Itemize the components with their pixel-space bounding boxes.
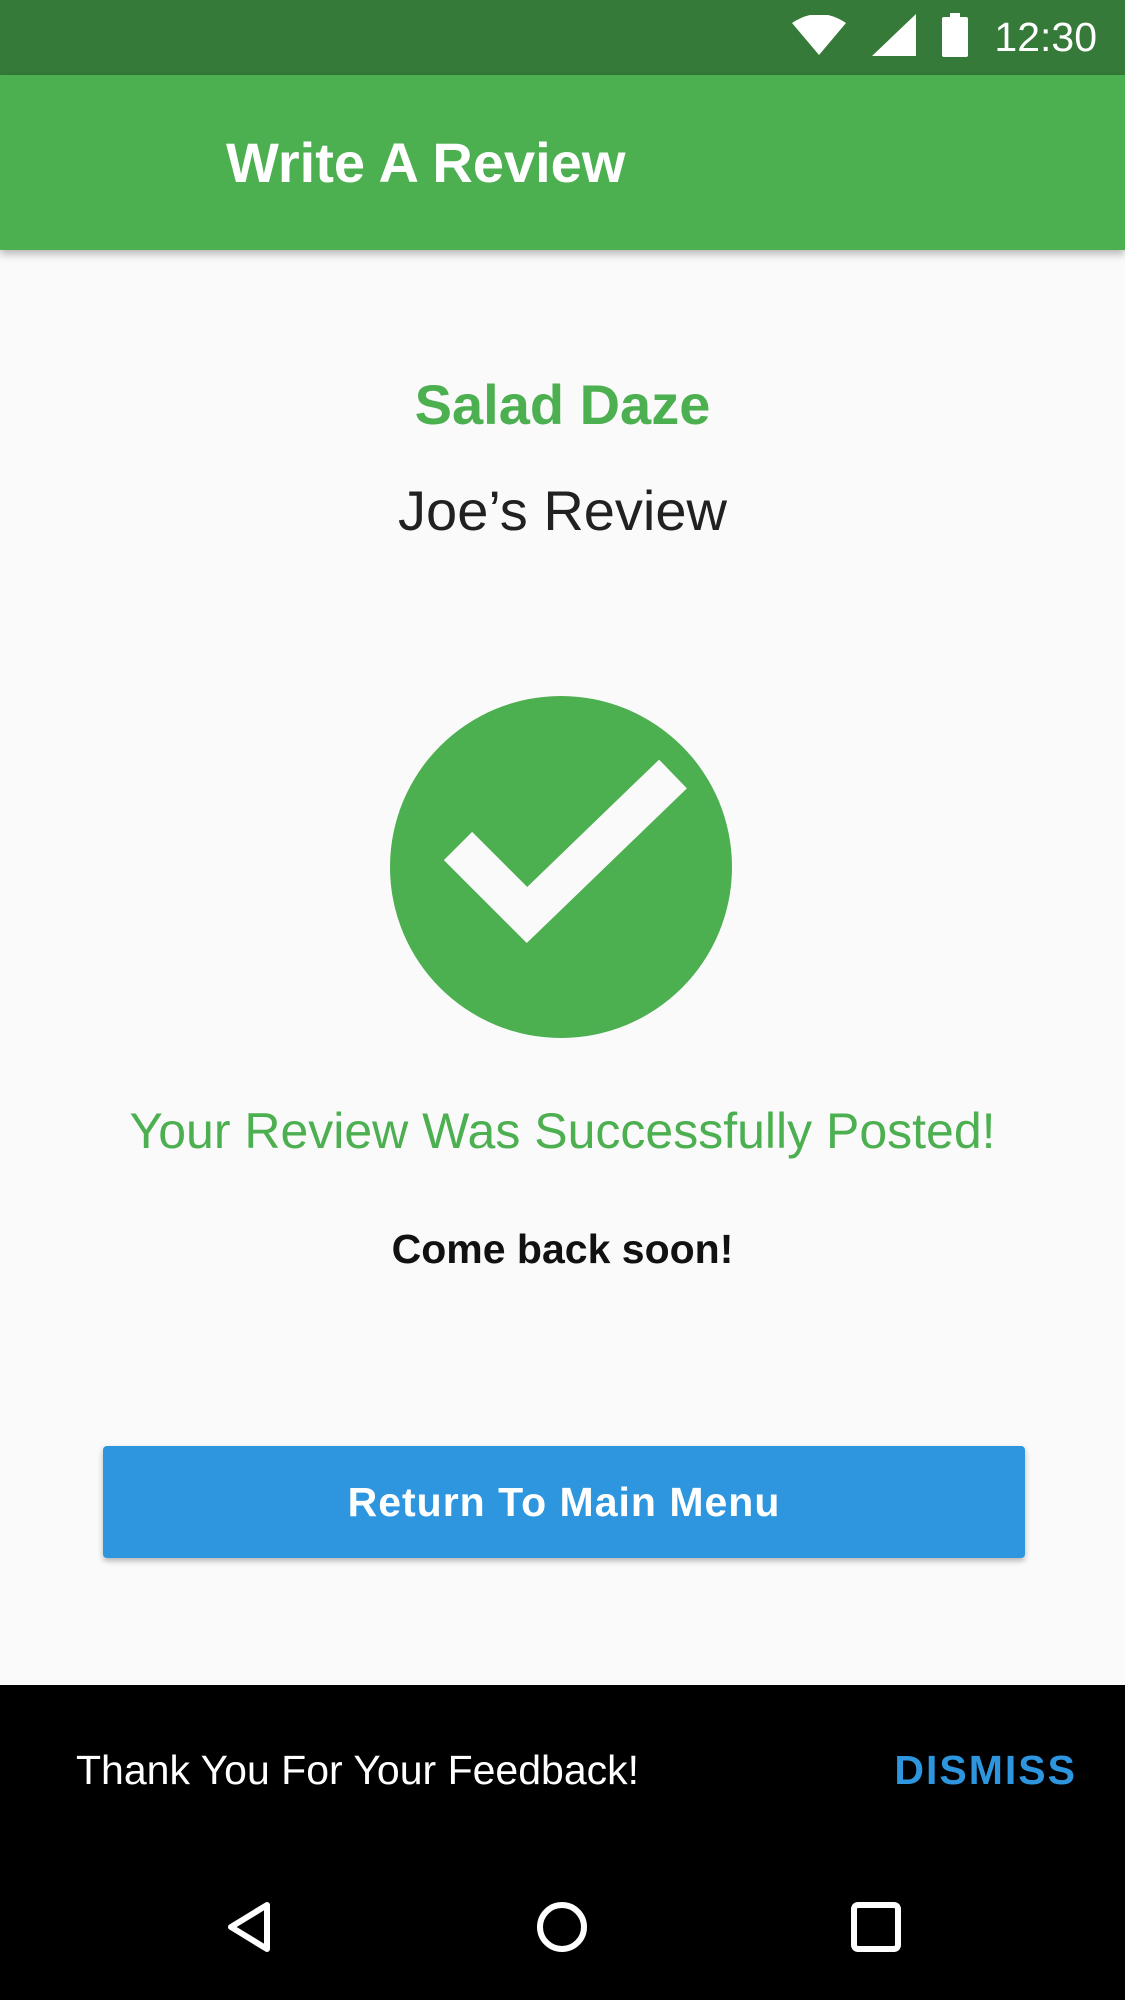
- status-bar: 12:30: [0, 0, 1125, 75]
- sub-message: Come back soon!: [391, 1226, 734, 1272]
- app-bar: Write A Review: [0, 75, 1125, 250]
- review-title: Joe’s Review: [398, 479, 727, 542]
- status-time: 12:30: [994, 14, 1097, 60]
- battery-icon: [942, 13, 969, 62]
- snackbar: Thank You For Your Feedback! DISMISS: [0, 1685, 1125, 1855]
- success-message: Your Review Was Successfully Posted!: [129, 1103, 996, 1159]
- snackbar-message: Thank You For Your Feedback!: [76, 1746, 640, 1793]
- review-confirmation: Salad Daze Joe’s Review Your Review Was …: [0, 250, 1125, 1685]
- recents-icon[interactable]: [826, 1877, 926, 1977]
- return-to-main-menu-button[interactable]: Return To Main Menu: [103, 1446, 1025, 1558]
- page-title: Write A Review: [226, 131, 626, 194]
- navigation-bar: [0, 1855, 1125, 2000]
- cell-signal-icon: [872, 14, 917, 61]
- home-icon[interactable]: [512, 1877, 612, 1977]
- check-circle-icon: [390, 696, 732, 1038]
- dismiss-button[interactable]: DISMISS: [894, 1685, 1077, 1855]
- restaurant-name: Salad Daze: [414, 373, 711, 436]
- back-icon[interactable]: [199, 1877, 299, 1977]
- wifi-icon: [792, 14, 847, 60]
